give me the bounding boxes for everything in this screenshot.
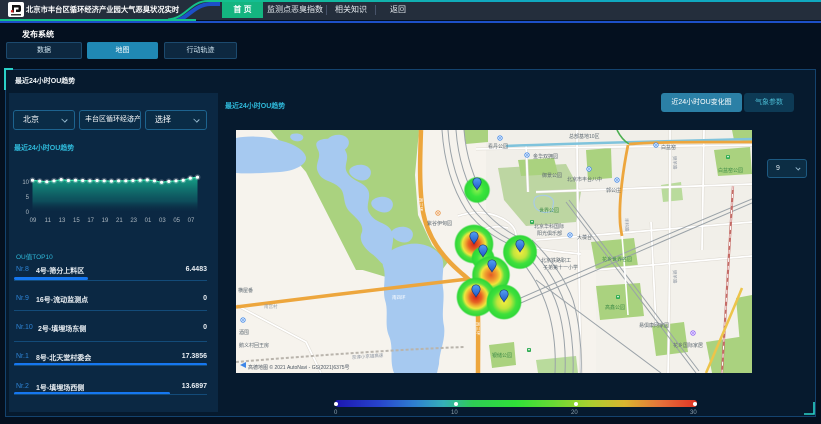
svg-text:高鑫公园: 高鑫公园 (605, 304, 625, 311)
svg-text:09: 09 (30, 218, 37, 224)
svg-text:银储公园: 银储公园 (492, 352, 512, 359)
svg-text:07: 07 (188, 218, 195, 224)
svg-text:世界公园: 世界公园 (539, 207, 559, 214)
svg-text:5: 5 (26, 195, 30, 201)
svg-text:总部基地10区: 总部基地10区 (569, 133, 600, 140)
svg-text:御景公园: 御景公园 (542, 172, 562, 179)
svg-text:花乡国际家居: 花乡国际家居 (673, 342, 703, 349)
svg-text:23: 23 (130, 218, 137, 224)
svg-text:13: 13 (59, 218, 66, 224)
svg-text:易俱康网家园: 易俱康网家园 (639, 322, 669, 329)
svg-text:鹅义村回王房: 鹅义村回王房 (239, 342, 269, 349)
svg-text:子弟第十一小学: 子弟第十一小学 (543, 264, 578, 271)
svg-text:阳光俱乐部: 阳光俱乐部 (537, 230, 562, 237)
svg-text:白盆窑公园: 白盆窑公园 (718, 167, 743, 174)
svg-text:北京华科国际: 北京华科国际 (534, 223, 564, 230)
svg-text:15: 15 (73, 218, 80, 224)
svg-text:01: 01 (145, 218, 152, 224)
svg-text:10: 10 (22, 180, 29, 186)
svg-text:南四环: 南四环 (392, 294, 406, 301)
svg-text:郭公庄: 郭公庄 (606, 187, 621, 194)
svg-text:北京市丰台八中: 北京市丰台八中 (567, 176, 602, 183)
svg-text:大葆台: 大葆台 (577, 234, 592, 241)
svg-text:19: 19 (102, 218, 109, 224)
svg-text:05: 05 (173, 218, 180, 224)
svg-text:金华双拥园: 金华双拥园 (533, 153, 558, 160)
svg-text:21: 21 (116, 218, 123, 224)
svg-text:南宫村: 南宫村 (264, 303, 278, 310)
svg-text:紫谷伊甸园: 紫谷伊甸园 (427, 220, 452, 227)
svg-text:17: 17 (87, 218, 94, 224)
svg-text:横屋番: 横屋番 (238, 287, 253, 294)
svg-text:酒囤: 酒囤 (239, 329, 249, 336)
svg-text:03: 03 (159, 218, 166, 224)
svg-text:11: 11 (45, 218, 52, 224)
svg-text:北京铁路职工: 北京铁路职工 (541, 257, 571, 264)
svg-text:0: 0 (26, 210, 30, 216)
svg-text:白盆窑: 白盆窑 (661, 144, 676, 151)
svg-text:看丹公园: 看丹公园 (488, 143, 508, 150)
svg-text:高德地图 © 2021 AutoNavi - GS(2021: 高德地图 © 2021 AutoNavi - GS(2021)6375号 (248, 364, 350, 371)
svg-text:花乡世界名园: 花乡世界名园 (602, 256, 632, 263)
